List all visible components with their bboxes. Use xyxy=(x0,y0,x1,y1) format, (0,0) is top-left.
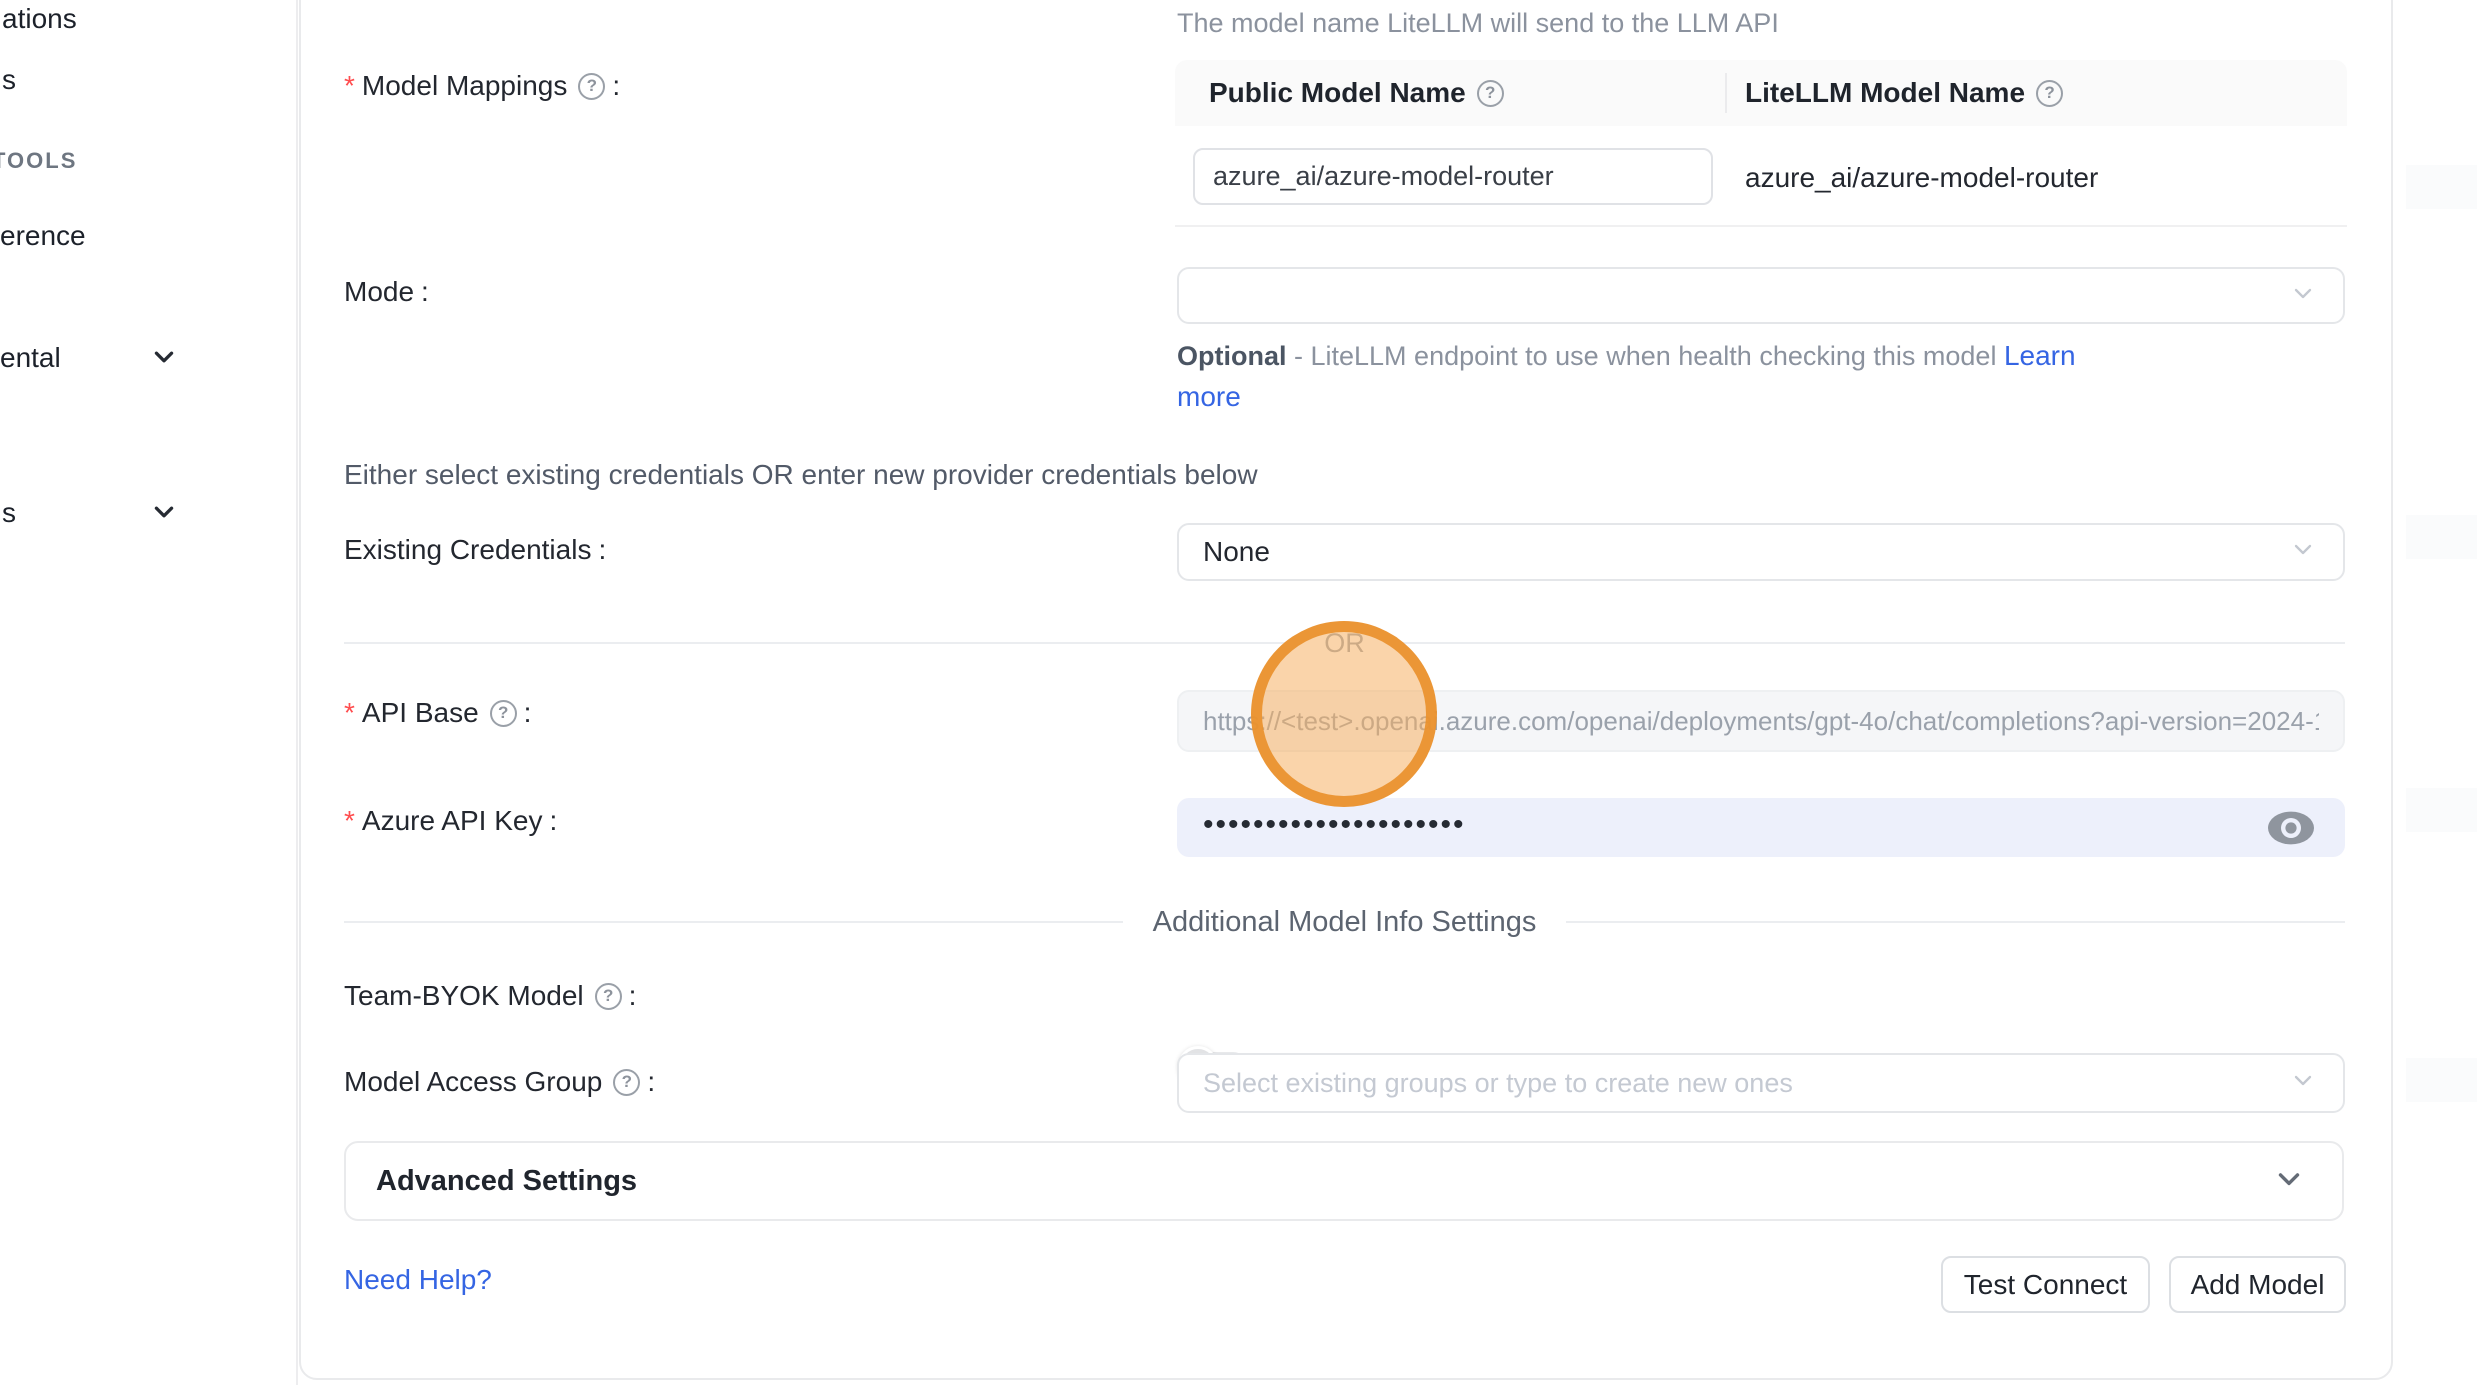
help-question-icon[interactable]: ? xyxy=(578,73,605,100)
sidebar-item-experimental[interactable]: ental xyxy=(0,342,61,374)
learn-more-link[interactable]: more xyxy=(1177,381,1241,412)
public-model-name-input[interactable] xyxy=(1193,148,1713,205)
additional-model-info-title: Additional Model Info Settings xyxy=(1123,906,1567,939)
or-divider-text: OR xyxy=(1294,628,1395,659)
help-question-icon[interactable]: ? xyxy=(490,700,517,727)
model-access-group-select[interactable]: Select existing groups or type to create… xyxy=(1177,1053,2345,1113)
add-model-button[interactable]: Add Model xyxy=(2169,1256,2346,1313)
sidebar-item-label: s xyxy=(2,64,16,95)
sidebar: ations s TOOLS erence ental s xyxy=(0,0,297,1385)
azure-api-key-label: * Azure API Key : xyxy=(344,805,557,837)
existing-credentials-label: Existing Credentials: xyxy=(344,534,606,566)
model-name-helper-text: The model name LiteLLM will send to the … xyxy=(1177,8,1779,39)
existing-credentials-select[interactable]: None xyxy=(1177,523,2345,581)
sidebar-item-label: ental xyxy=(0,342,61,373)
sidebar-item-organizations[interactable]: ations xyxy=(2,3,77,35)
test-connect-button[interactable]: Test Connect xyxy=(1941,1256,2150,1313)
chevron-down-icon xyxy=(2289,279,2317,312)
mode-help-text: Optional - LiteLLM endpoint to use when … xyxy=(1177,340,2076,372)
mode-select[interactable] xyxy=(1177,267,2345,324)
api-base-input[interactable] xyxy=(1177,690,2345,752)
divider-line xyxy=(344,921,1123,923)
background-stripe xyxy=(2406,1058,2477,1102)
api-base-label: * API Base ? : xyxy=(344,697,531,729)
credentials-note: Either select existing credentials OR en… xyxy=(344,459,1258,491)
advanced-settings-title: Advanced Settings xyxy=(346,1165,637,1198)
model-access-group-placeholder: Select existing groups or type to create… xyxy=(1179,1068,1793,1099)
divider-line xyxy=(1566,921,2345,923)
model-mappings-table-row: azure_ai/azure-model-router xyxy=(1175,126,2347,227)
help-question-icon[interactable]: ? xyxy=(595,983,622,1010)
sidebar-divider xyxy=(296,0,298,1385)
sidebar-item-label: ations xyxy=(2,3,77,34)
need-help-link[interactable]: Need Help? xyxy=(344,1264,492,1296)
learn-more-link[interactable]: Learn xyxy=(2004,340,2076,371)
help-question-icon[interactable]: ? xyxy=(2036,80,2063,107)
chevron-down-icon[interactable] xyxy=(151,499,177,525)
help-question-icon[interactable]: ? xyxy=(613,1069,640,1096)
required-asterisk: * xyxy=(344,70,355,102)
team-byok-label: Team-BYOK Model ? : xyxy=(344,980,636,1012)
chevron-down-icon xyxy=(2289,1067,2317,1100)
model-access-group-label: Model Access Group ? : xyxy=(344,1066,655,1098)
litellm-model-name-value: azure_ai/azure-model-router xyxy=(1745,162,2098,194)
column-header-public-model-name: Public Model Name ? xyxy=(1175,77,1725,109)
help-question-icon[interactable]: ? xyxy=(1477,80,1504,107)
mode-help-text-line2: more xyxy=(1177,381,1241,413)
chevron-down-icon xyxy=(2289,536,2317,569)
sidebar-section-tools: TOOLS xyxy=(0,148,77,174)
background-stripe xyxy=(2406,515,2477,559)
sidebar-item-label: s xyxy=(2,497,16,528)
background-stripe xyxy=(2406,165,2477,209)
sidebar-item-inference[interactable]: erence xyxy=(0,220,86,252)
divider-line xyxy=(1395,642,2345,644)
or-divider: OR xyxy=(344,629,2345,657)
column-header-litellm-model-name: LiteLLM Model Name ? xyxy=(1727,77,2063,109)
existing-credentials-value: None xyxy=(1179,536,1270,568)
required-asterisk: * xyxy=(344,805,355,837)
azure-api-key-input[interactable]: ••••••••••••••••••••• xyxy=(1177,798,2345,857)
sidebar-item-settings[interactable]: s xyxy=(2,497,16,529)
sidebar-item-truncated-1[interactable]: s xyxy=(2,64,16,96)
background-stripe xyxy=(2406,788,2477,832)
masked-api-key-value: ••••••••••••••••••••• xyxy=(1177,810,1466,846)
sidebar-item-label: erence xyxy=(0,220,86,251)
divider-line xyxy=(344,642,1294,644)
required-asterisk: * xyxy=(344,697,355,729)
advanced-settings-panel[interactable]: Advanced Settings xyxy=(344,1141,2344,1221)
model-mappings-label: * Model Mappings ? : xyxy=(344,70,620,102)
model-mappings-table-header: Public Model Name ? LiteLLM Model Name ? xyxy=(1175,60,2347,126)
additional-model-info-divider: Additional Model Info Settings xyxy=(344,906,2345,938)
chevron-down-icon[interactable] xyxy=(151,344,177,370)
chevron-down-icon xyxy=(2272,1162,2306,1201)
mode-label: Mode: xyxy=(344,276,429,308)
add-model-page: ations s TOOLS erence ental s The model … xyxy=(0,0,2477,1385)
eye-icon[interactable] xyxy=(2265,808,2317,848)
